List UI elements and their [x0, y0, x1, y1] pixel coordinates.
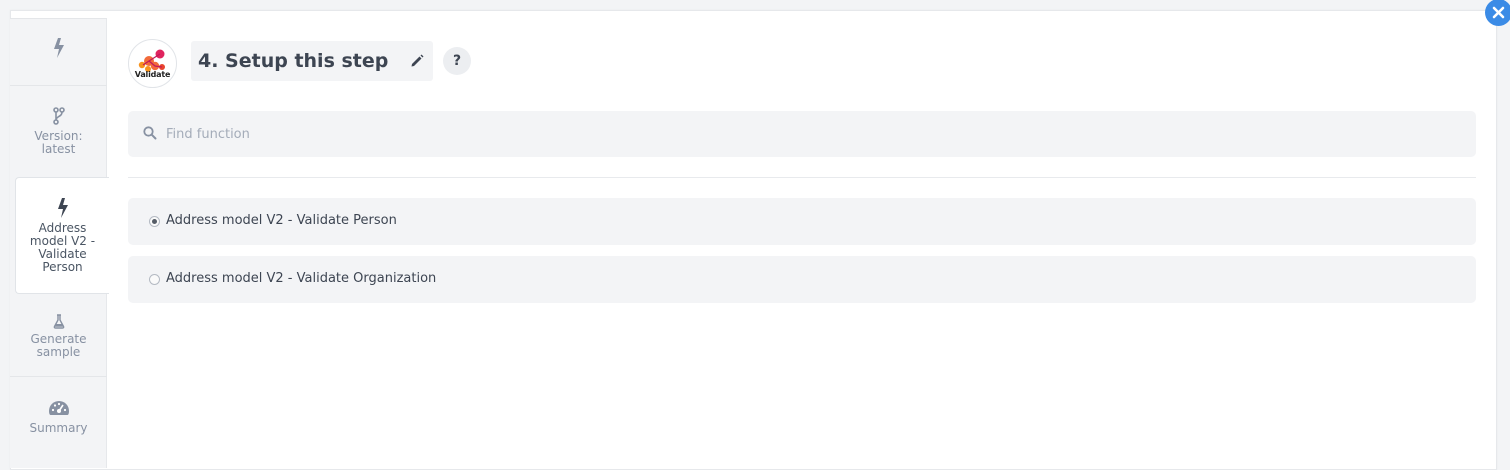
help-button[interactable]: ? [443, 47, 471, 75]
sidebar-item-action[interactable]: Address model V2 - Validate Person [15, 177, 109, 294]
bolt-icon [57, 198, 68, 218]
search-icon [143, 126, 157, 140]
flask-icon [53, 314, 64, 329]
function-option[interactable]: Address model V2 - Validate Organization [128, 256, 1476, 303]
sidebar-item-label: Version: latest [34, 129, 83, 156]
sidebar-divider [10, 85, 107, 86]
branch-icon [52, 107, 65, 125]
radio-selected[interactable] [149, 216, 160, 227]
sidebar-item-version[interactable]: Version: latest [10, 107, 107, 156]
sidebar-divider [10, 18, 107, 19]
function-search [128, 111, 1476, 157]
close-button[interactable] [1485, 0, 1510, 26]
page-title: 4. Setup this step [198, 50, 389, 72]
option-label: Address model V2 - Validate Person [166, 213, 397, 228]
validate-logo-icon [138, 49, 165, 72]
sidebar-item-trigger[interactable] [10, 38, 107, 58]
sidebar-item-label: Generate sample [30, 332, 87, 359]
sidebar-divider [10, 376, 107, 377]
sidebar-item-summary[interactable]: Summary [10, 400, 107, 435]
step-title-box[interactable]: 4. Setup this step [191, 41, 433, 81]
logo-text: Validate [134, 70, 171, 79]
sidebar-item-label: Address model V2 - Validate Person [29, 221, 96, 274]
dashboard-icon [48, 401, 69, 415]
close-icon [1492, 6, 1505, 19]
option-label: Address model V2 - Validate Organization [166, 271, 437, 286]
search-input[interactable] [166, 111, 1456, 157]
bolt-icon [53, 38, 64, 58]
app-logo: Validate [128, 39, 177, 88]
pencil-icon[interactable] [410, 54, 424, 68]
radio-unselected[interactable] [149, 274, 160, 285]
function-option[interactable]: Address model V2 - Validate Person [128, 198, 1476, 245]
sidebar-item-generate-sample[interactable]: Generate sample [10, 314, 107, 359]
divider [128, 177, 1476, 178]
step-sidebar: Version: latest Address model V2 - Valid… [10, 18, 109, 468]
sidebar-item-label: Summary [29, 421, 88, 435]
